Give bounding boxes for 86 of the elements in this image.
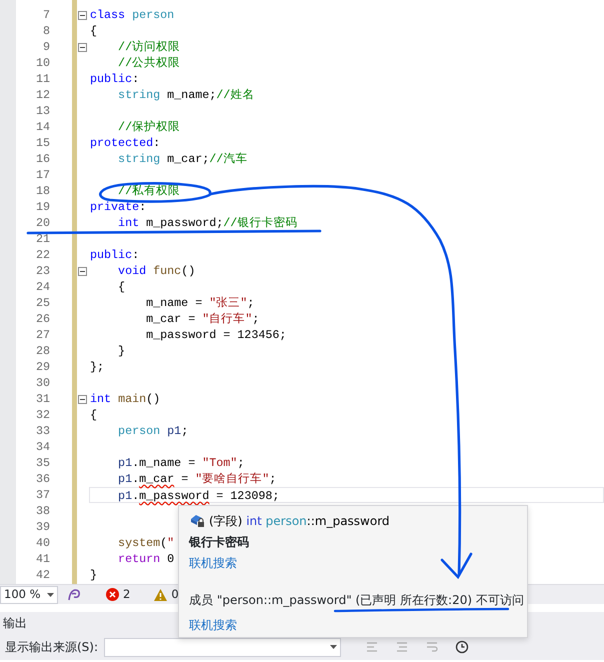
- code-line: //访问权限: [117, 40, 180, 54]
- line-number: 7: [42, 7, 50, 23]
- panel-title: 输出: [3, 615, 27, 632]
- line-number: 19: [34, 199, 50, 215]
- field-lock-icon: [189, 513, 205, 528]
- line-number: 28: [34, 343, 50, 359]
- line-number: 14: [34, 119, 50, 135]
- code-line: private:: [90, 200, 146, 214]
- clock-icon[interactable]: [455, 640, 470, 654]
- line-number: 18: [34, 183, 50, 199]
- collapse-icon[interactable]: [78, 10, 87, 20]
- line-number: 30: [34, 375, 50, 391]
- online-search-link[interactable]: 联机搜索: [189, 554, 237, 572]
- line-number: 41: [34, 551, 50, 567]
- code-line: //私有权限: [117, 184, 180, 198]
- code-line: p1.m_password = 123098;: [117, 489, 280, 503]
- code-line: //公共权限: [117, 56, 180, 70]
- line-number: 29: [34, 359, 50, 375]
- line-number: 17: [34, 167, 50, 183]
- line-number: 20: [34, 215, 50, 231]
- code-line: m_car = "自行车";: [145, 312, 260, 326]
- warning-icon[interactable]: [154, 588, 168, 600]
- line-number: 15: [34, 135, 50, 151]
- code-line: }: [117, 344, 126, 358]
- collapse-icon[interactable]: [78, 42, 87, 52]
- caret-icon: [47, 592, 54, 596]
- line-number: 34: [34, 439, 50, 455]
- line-number: 22: [34, 247, 50, 263]
- code-line: //保护权限: [117, 120, 180, 134]
- line-number: 38: [34, 503, 50, 519]
- code-line: m_name = "张三";: [145, 296, 254, 310]
- code-line: public:: [90, 72, 140, 86]
- code-line: }: [90, 568, 98, 582]
- collapse-icon[interactable]: [78, 394, 87, 404]
- field-label: 显示输出来源(S):: [5, 639, 98, 656]
- line-number: 37: [34, 487, 50, 503]
- code-line: int m_password;//银行卡密码: [117, 216, 298, 230]
- line-number: 13: [34, 103, 50, 119]
- line-number: 32: [34, 407, 50, 423]
- code-line: {: [90, 408, 98, 422]
- line-number: 36: [34, 471, 50, 487]
- code-line: {: [90, 24, 98, 38]
- online-search-link[interactable]: 联机搜索: [189, 616, 237, 634]
- line-number: 33: [34, 423, 50, 439]
- line-number: 26: [34, 311, 50, 327]
- code-line: };: [90, 360, 104, 374]
- error-message: 成员 "person::m_password" (已声明 所在行数:20) 不可访问: [189, 592, 524, 608]
- line-number: 25: [34, 295, 50, 311]
- code-line: p1.m_car = "要啥自行车";: [117, 472, 276, 486]
- code-line: system(": [117, 536, 174, 550]
- code-line: class person: [90, 8, 174, 22]
- code-line: protected:: [90, 136, 160, 150]
- code-line: string m_name;//姓名: [117, 88, 254, 102]
- code-line: public:: [90, 248, 140, 262]
- error-icon[interactable]: [106, 588, 119, 601]
- code-line: m_password = 123456;: [145, 328, 286, 342]
- line-number: 21: [34, 231, 50, 247]
- code-line: p1.m_name = "Tom";: [117, 456, 244, 470]
- error-count: 2: [123, 586, 130, 603]
- line-number: 40: [34, 535, 50, 551]
- line-number: 35: [34, 455, 50, 471]
- code-line: int main(): [90, 392, 160, 406]
- code-line: return 0: [117, 552, 174, 566]
- symbol-description: 银行卡密码: [189, 534, 249, 550]
- code-line: string m_car;//汽车: [117, 152, 248, 166]
- line-number: 11: [34, 71, 50, 87]
- line-number: 12: [34, 87, 50, 103]
- symbol-signature: (字段) int person::m_password: [209, 512, 390, 530]
- line-number: 23: [34, 263, 50, 279]
- line-number: 9: [42, 39, 50, 55]
- line-number: 27: [34, 327, 50, 343]
- code-line: {: [117, 280, 126, 294]
- line-number: 42: [34, 567, 50, 583]
- zoom-dropdown[interactable]: 100 %: [0, 586, 58, 604]
- line-number: 24: [34, 279, 50, 295]
- line-number: 31: [34, 391, 50, 407]
- caret-icon: [330, 645, 338, 649]
- line-number: 39: [34, 519, 50, 535]
- code-line: person p1;: [117, 424, 188, 438]
- assistant-icon[interactable]: [66, 586, 82, 602]
- line-number: 10: [34, 55, 50, 71]
- line-number: 8: [42, 23, 50, 39]
- line-number: 16: [34, 151, 50, 167]
- code-line: void func(): [117, 264, 196, 278]
- collapse-icon[interactable]: [78, 266, 87, 276]
- warning-count: 0: [171, 586, 179, 603]
